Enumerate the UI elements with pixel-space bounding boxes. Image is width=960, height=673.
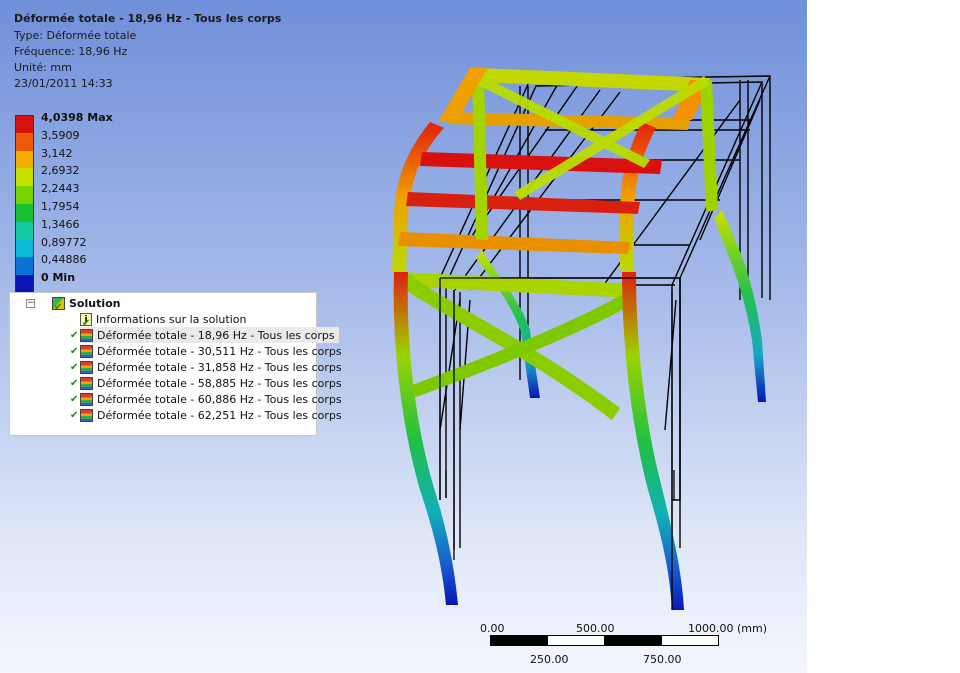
- scale-label-top: 0.00: [480, 622, 505, 635]
- scale-bar-segment: [661, 635, 719, 646]
- scale-label-top: 1000.00 (mm): [688, 622, 767, 635]
- scale-bar-segment: [490, 635, 548, 646]
- graphics-viewport[interactable]: Déformée totale - 18,96 Hz - Tous les co…: [0, 0, 807, 673]
- deformed-frame: [392, 68, 766, 610]
- scale-bar-segment: [547, 635, 605, 646]
- scale-label-top: 500.00: [576, 622, 615, 635]
- scale-bar-segment: [604, 635, 662, 646]
- empty-area: [807, 0, 960, 673]
- scale-label-bottom: 750.00: [643, 653, 682, 666]
- deformed-frame-model[interactable]: [0, 0, 807, 673]
- scale-label-bottom: 250.00: [530, 653, 569, 666]
